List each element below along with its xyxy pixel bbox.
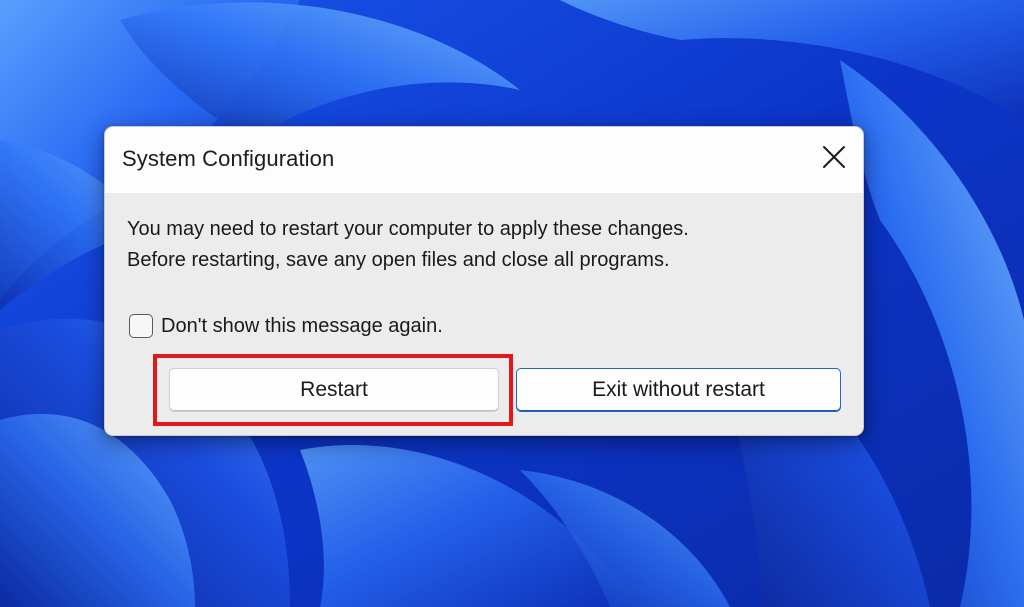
message-line-1: You may need to restart your computer to… <box>127 218 689 240</box>
exit-without-restart-button[interactable]: Exit without restart <box>516 368 841 412</box>
close-icon <box>823 146 845 168</box>
dont-show-again-option[interactable]: Don't show this message again. <box>129 313 443 339</box>
system-configuration-dialog: System Configuration You may need to res… <box>104 126 864 436</box>
dialog-title-bar: System Configuration <box>105 127 863 193</box>
message-line-2: Before restarting, save any open files a… <box>127 249 670 271</box>
dont-show-again-label[interactable]: Don't show this message again. <box>161 315 443 338</box>
close-button[interactable] <box>815 138 853 176</box>
dont-show-again-checkbox[interactable] <box>129 314 153 338</box>
dialog-title: System Configuration <box>122 146 335 171</box>
restart-button[interactable]: Restart <box>169 368 499 412</box>
